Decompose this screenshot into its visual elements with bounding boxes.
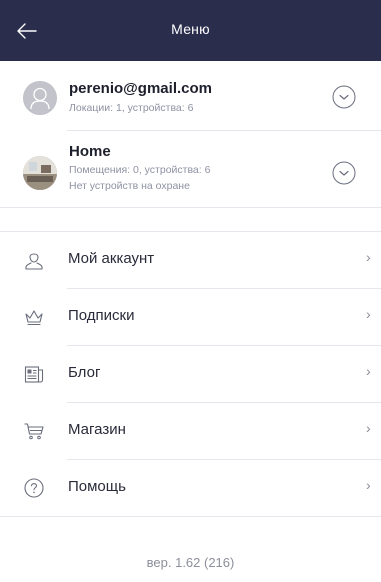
account-email: perenio@gmail.com <box>69 80 212 97</box>
chevron-right-icon: › <box>366 306 371 322</box>
avatar <box>23 81 57 115</box>
divider <box>0 516 381 517</box>
user-icon <box>23 249 45 271</box>
account-row[interactable]: perenio@gmail.com Локации: 1, устройства… <box>0 61 381 130</box>
account-summary: Локации: 1, устройства: 6 <box>69 102 194 114</box>
top-bar: Меню <box>0 0 381 61</box>
menu-item-label: Помощь <box>68 478 126 495</box>
menu-item-label: Мой аккаунт <box>68 250 155 267</box>
menu-item-label: Подписки <box>68 307 135 324</box>
chevron-right-icon: › <box>366 477 371 493</box>
user-placeholder-icon <box>23 81 57 115</box>
menu-item-label: Магазин <box>68 421 126 438</box>
chevron-down-icon[interactable] <box>332 161 356 185</box>
location-name: Home <box>69 143 111 160</box>
divider <box>0 207 381 208</box>
chevron-right-icon: › <box>366 249 371 265</box>
location-avatar <box>23 156 57 190</box>
app-version: вер. 1.62 (216) <box>146 555 235 570</box>
menu-item-label: Блог <box>68 364 101 381</box>
cart-icon <box>23 420 45 442</box>
chevron-right-icon: › <box>366 420 371 436</box>
menu-item-shop[interactable]: Магазин › <box>0 403 381 459</box>
location-summary: Помещения: 0, устройства: 6 <box>69 164 211 176</box>
menu-item-subscriptions[interactable]: Подписки › <box>0 289 381 345</box>
menu-item-account[interactable]: Мой аккаунт › <box>0 232 381 288</box>
help-icon <box>23 477 45 499</box>
crown-icon <box>23 306 45 328</box>
page-title: Меню <box>171 21 210 37</box>
room-photo-icon <box>23 156 57 190</box>
chevron-down-icon[interactable] <box>332 85 356 109</box>
menu-item-blog[interactable]: Блог › <box>0 346 381 402</box>
location-row[interactable]: Home Помещения: 0, устройства: 6 Нет уст… <box>0 131 381 207</box>
chevron-right-icon: › <box>366 363 371 379</box>
security-status: Нет устройств на охране <box>69 180 190 192</box>
menu-item-help[interactable]: Помощь › <box>0 460 381 516</box>
newspaper-icon <box>23 363 45 385</box>
